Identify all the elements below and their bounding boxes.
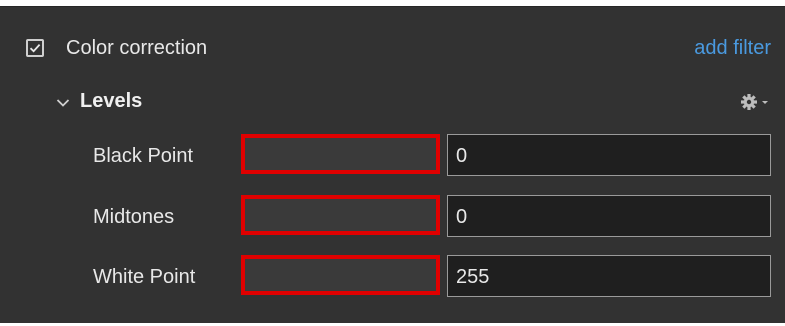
checkmark-icon [29,43,41,53]
midtones-value-input[interactable]: 0 [447,195,771,237]
gear-icon[interactable] [738,91,770,113]
section-title: Levels [80,90,143,112]
levels-section-header[interactable]: Levels [56,90,770,116]
filter-panel: Color correction add filter Levels Black… [0,6,785,323]
black-point-value-input[interactable]: 0 [447,134,771,176]
white-point-value-input[interactable]: 255 [447,255,771,297]
param-label: Black Point [93,145,194,167]
white-point-color-swatch[interactable] [241,255,440,295]
param-label: Midtones [93,206,175,228]
chevron-down-icon[interactable] [56,95,70,113]
black-point-color-swatch[interactable] [241,134,440,174]
filter-header: Color correction add filter [26,37,771,63]
filter-enabled-checkbox[interactable] [26,39,44,57]
midtones-color-swatch[interactable] [241,195,440,235]
param-row-black-point: Black Point 0 [0,134,785,178]
add-filter-link[interactable]: add filter [694,37,771,60]
filter-title: Color correction [66,37,208,59]
param-label: White Point [93,266,196,288]
param-row-midtones: Midtones 0 [0,195,785,239]
param-row-white-point: White Point 255 [0,255,785,299]
